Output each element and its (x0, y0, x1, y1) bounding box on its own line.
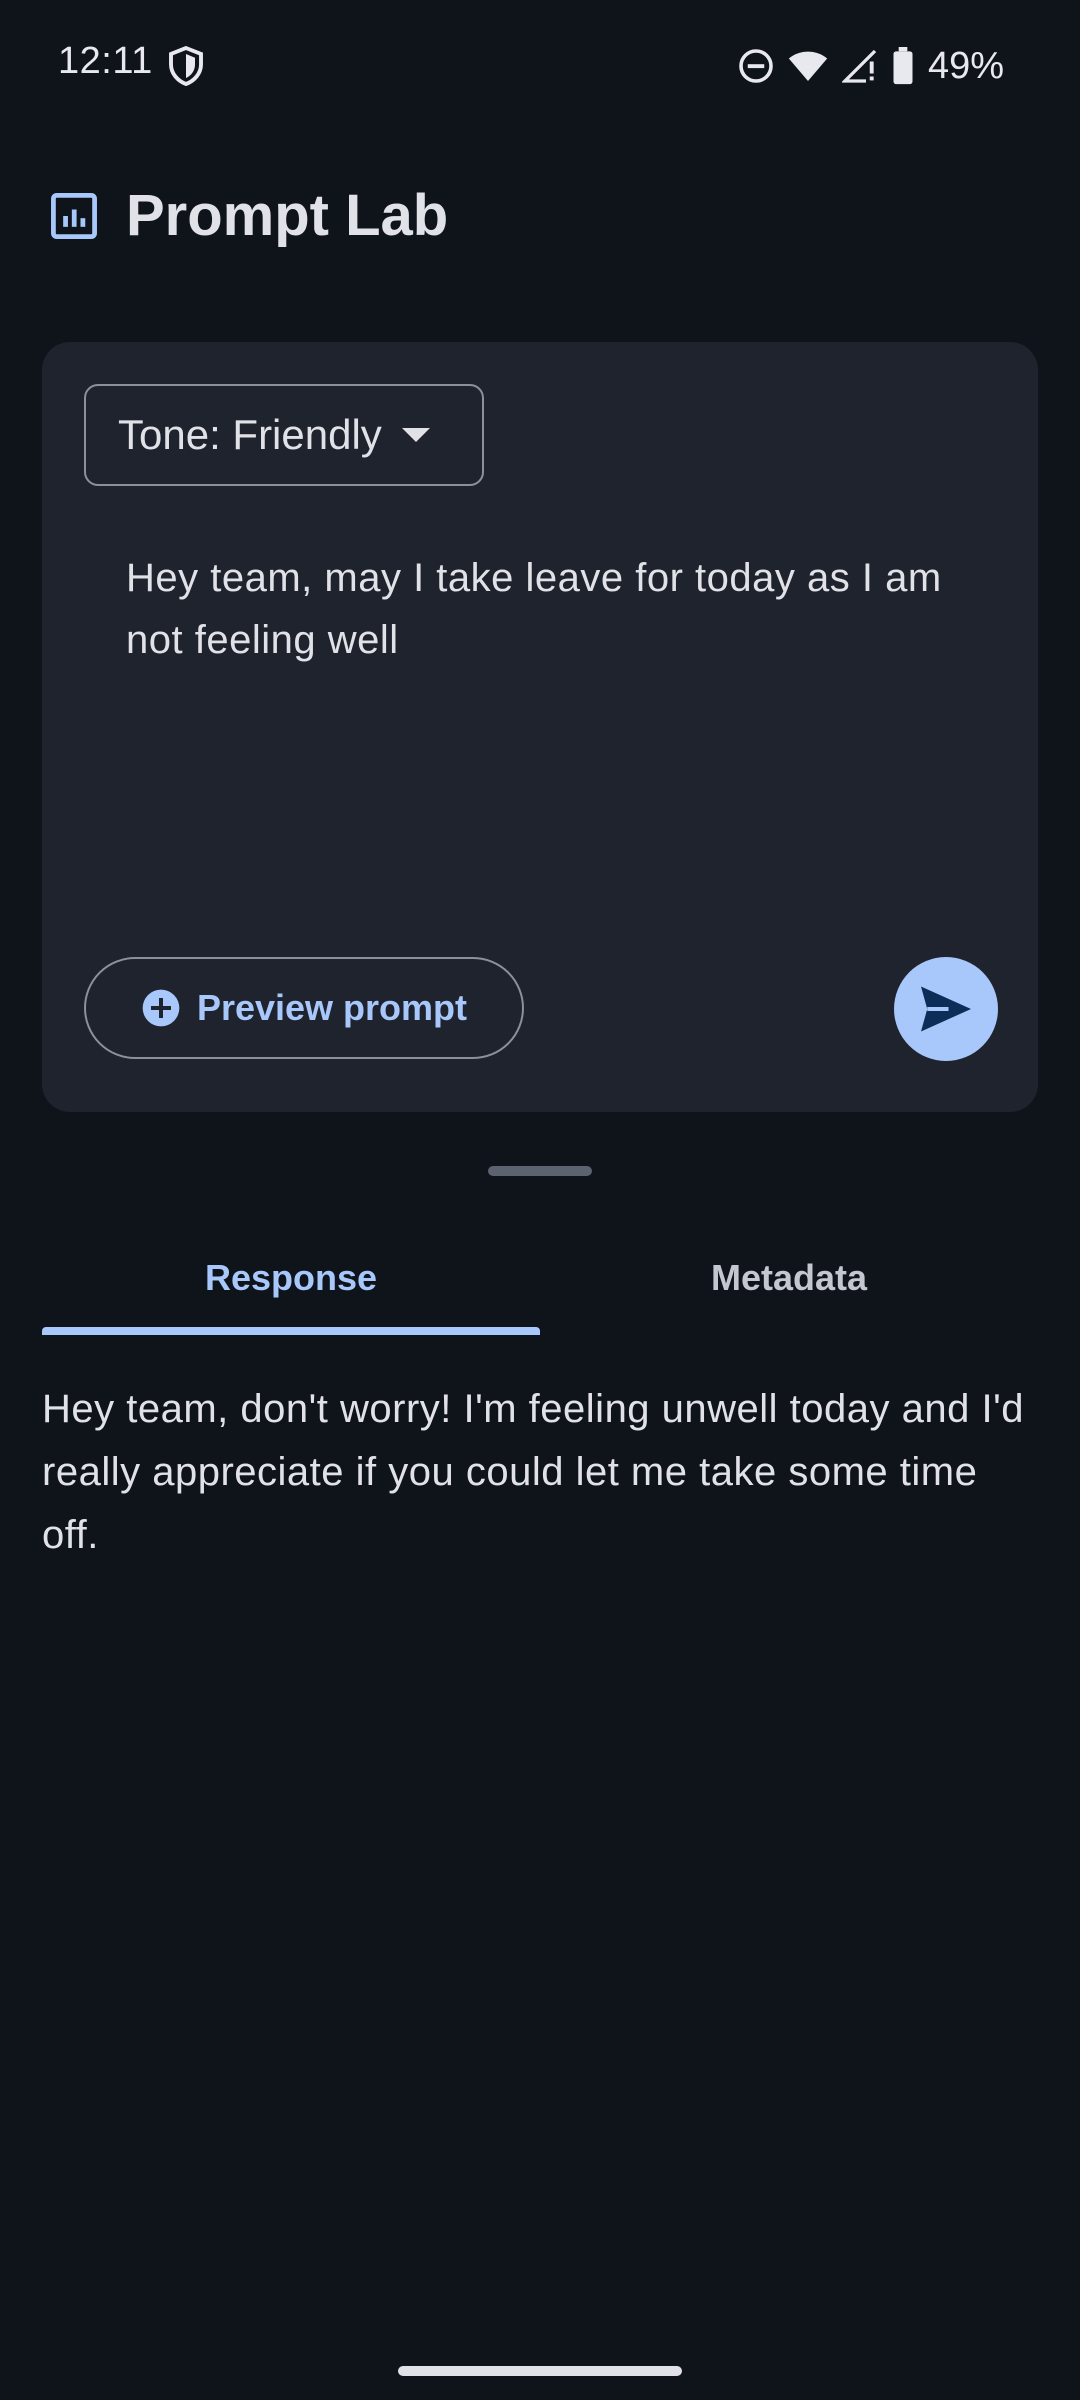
tab-response-label: Response (204, 1256, 378, 1298)
drag-handle[interactable] (488, 1166, 592, 1176)
tab-indicator (42, 1327, 540, 1335)
shield-icon (169, 46, 203, 86)
send-icon (921, 986, 971, 1032)
preview-prompt-label: Preview prompt (196, 987, 468, 1028)
wifi-icon (788, 51, 828, 81)
status-time: 12:11 (58, 40, 153, 82)
tone-dropdown[interactable]: Tone: Friendly (84, 384, 484, 486)
add-circle-icon (142, 989, 180, 1027)
dashboard-icon (51, 193, 97, 239)
battery-icon (893, 47, 913, 85)
tab-metadata-label: Metadata (710, 1256, 868, 1298)
do-not-disturb-icon (739, 49, 773, 83)
app-bar: Prompt Lab (0, 170, 1080, 260)
signal-icon (841, 49, 877, 83)
status-bar: 12:11 49% (0, 0, 1080, 130)
tone-dropdown-label: Tone: Friendly (118, 411, 382, 458)
home-indicator[interactable] (398, 2366, 682, 2376)
status-icons: 49% (738, 44, 1004, 88)
tab-metadata[interactable]: Metadata (540, 1220, 1038, 1335)
page-title: Prompt Lab (126, 183, 449, 248)
battery-percent: 49% (927, 44, 1004, 87)
caret-down-icon (401, 428, 430, 442)
prompt-card: Tone: Friendly Hey team, may I take leav… (42, 342, 1038, 1112)
preview-prompt-button[interactable]: Preview prompt (84, 957, 524, 1059)
send-button[interactable] (894, 957, 998, 1061)
result-tabs: Response Metadata (42, 1220, 1038, 1335)
response-text: Hey team, don't worry! I'm feeling unwel… (42, 1387, 1024, 1557)
prompt-input[interactable]: Hey team, may I take leave for today as … (126, 547, 986, 671)
tab-response[interactable]: Response (42, 1220, 540, 1335)
